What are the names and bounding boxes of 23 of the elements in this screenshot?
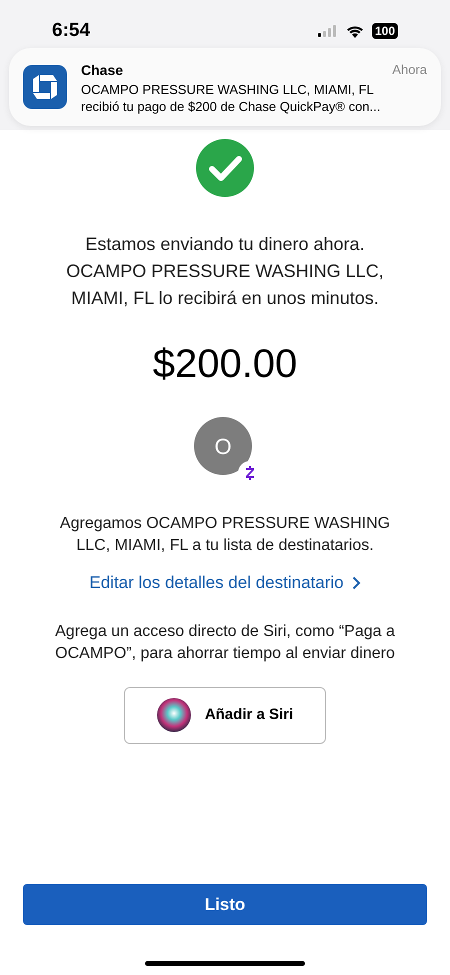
confirmation-message: MIAMI, FL lo recibirá en unos minutos. [71,287,379,310]
recipient-added-text: Agregamos OCAMPO PRESSURE WASHING LLC, MIAMI, FL a tu lista de destinatarios. [58,514,392,556]
notification-time: Ahora [392,60,427,78]
siri-orb-icon [156,698,191,732]
done-button[interactable]: Listo [23,884,427,925]
notification-app: Chase [81,60,124,80]
recipient-avatar: O [194,417,252,475]
wifi-icon [346,24,364,38]
status-time: 6:54 [52,18,90,43]
siri-description: Agrega un acceso directo de Siri, como “Paga a OCAMPO”, para ahorrar tiempo al enviar dinero [54,622,396,664]
signal-icon [318,25,338,37]
bank-logo-icon [23,65,67,109]
notification-text: recibió tu pago de $200 de Chase QuickPay® con... [81,98,382,114]
success-check-icon [196,139,254,197]
chevron-right-icon [352,576,361,590]
confirmation-message: Estamos enviando tu dinero ahora. [85,233,365,256]
payment-amount: $200.00 [152,341,298,388]
confirmation-message: OCAMPO PRESSURE WASHING LLC, [66,260,384,283]
battery-level: 100 [372,23,398,39]
add-to-siri-button[interactable]: Añadir a Siri [124,686,326,744]
notification-card[interactable]: Chase Ahora OCAMPO PRESSURE WASHING LLC, MIAMI, FL recibió tu pago de $200 de Chase QuickPay® con... [9,48,441,126]
edit-recipient-link[interactable]: Editar los detalles del destinatario [89,570,361,596]
notification-text: OCAMPO PRESSURE WASHING LLC, MIAMI, FL [81,80,375,98]
